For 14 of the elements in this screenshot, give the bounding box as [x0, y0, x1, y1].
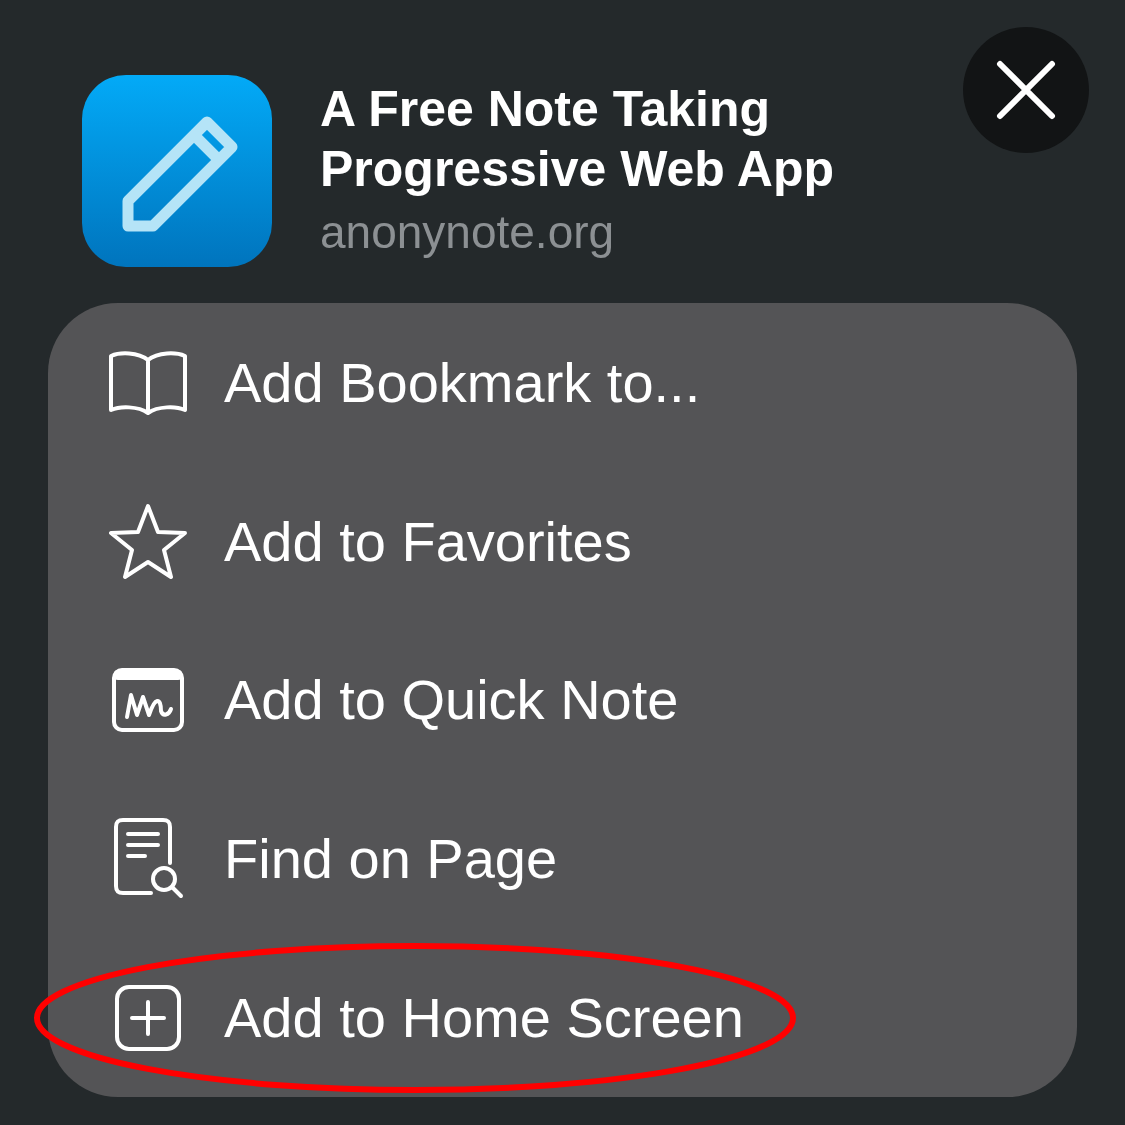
book-icon: [108, 350, 188, 417]
add-square-icon: [114, 983, 182, 1052]
menu-item[interactable]: Add to Home Screen: [48, 938, 1077, 1097]
app-icon: [82, 75, 272, 267]
domain-text: anonynote.org: [320, 205, 616, 260]
app-title: A Free Note Taking: [320, 80, 772, 139]
menu-item[interactable]: Add to Favorites: [48, 462, 1077, 622]
note-icon: [111, 667, 185, 734]
menu-item[interactable]: Find on Page: [48, 779, 1077, 939]
menu-item[interactable]: Add Bookmark to...: [48, 304, 1077, 463]
star-icon: [108, 502, 188, 581]
menu-item[interactable]: Add to Quick Note: [48, 621, 1077, 780]
close-icon: [996, 60, 1056, 120]
app-title: Progressive Web App: [320, 140, 835, 199]
